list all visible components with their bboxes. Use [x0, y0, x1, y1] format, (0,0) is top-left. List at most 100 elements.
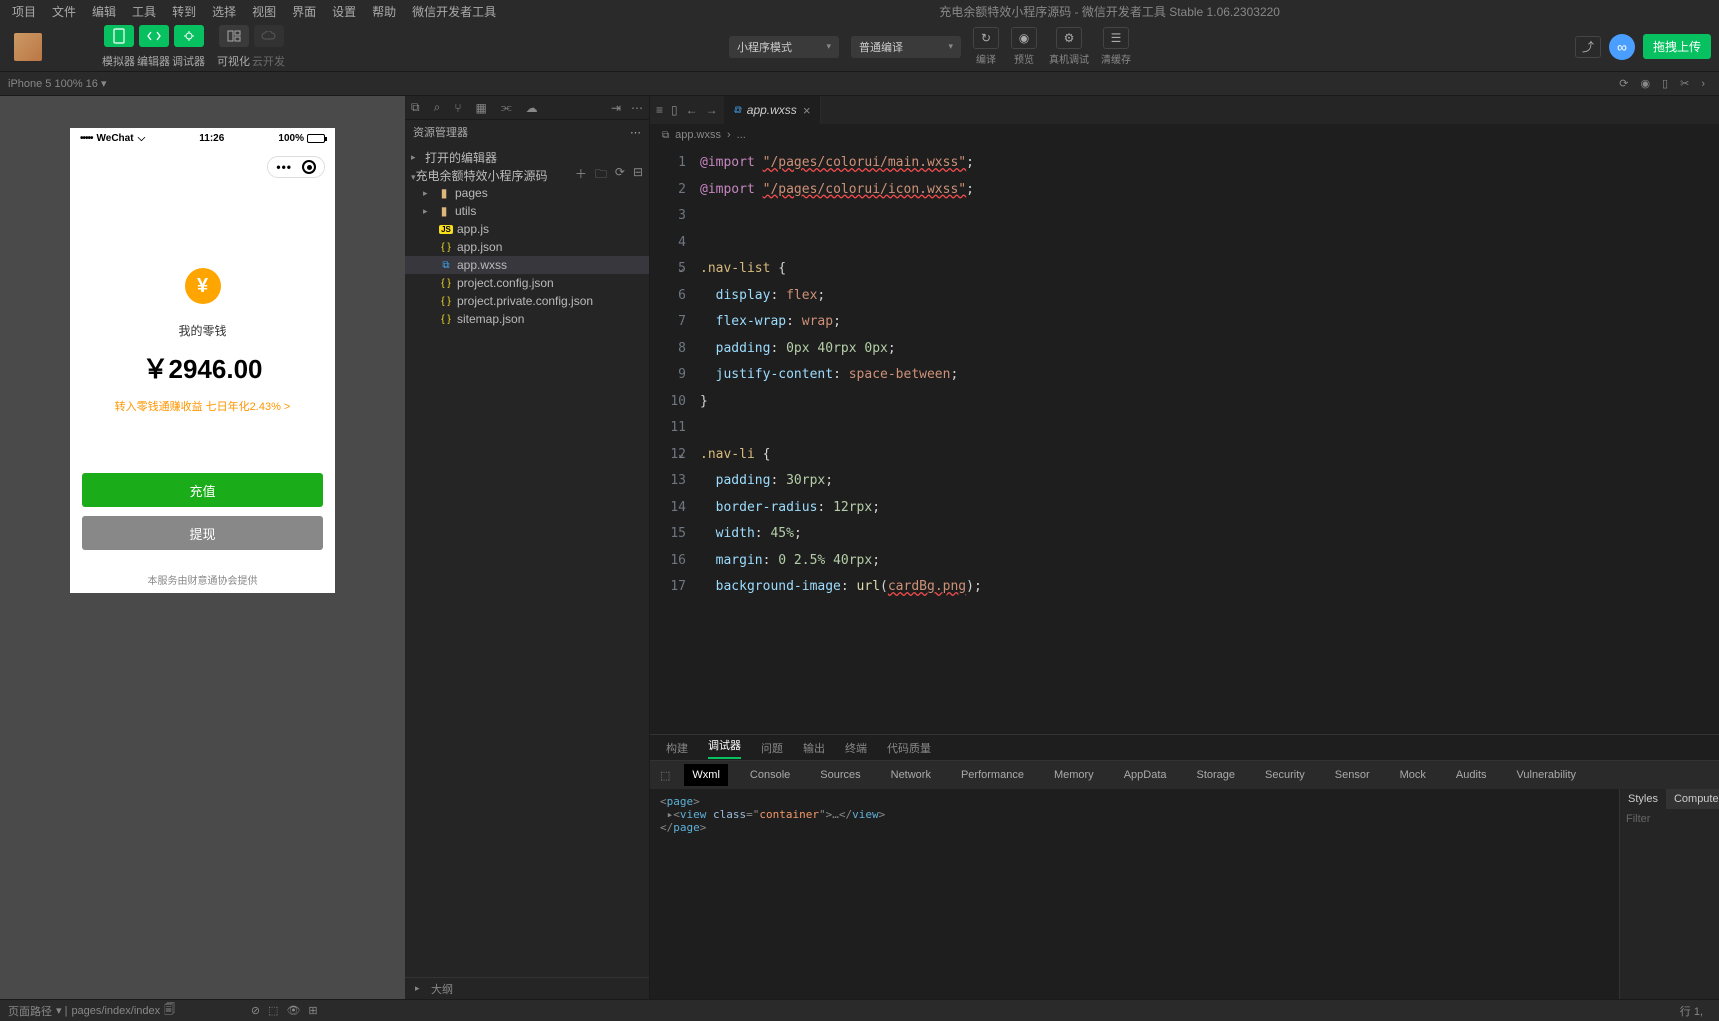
capsule-button[interactable]: •••: [267, 156, 325, 178]
sb-icon-3[interactable]: 👁: [286, 1004, 300, 1017]
files-icon[interactable]: ⧉: [411, 100, 420, 115]
menu-file[interactable]: 文件: [44, 3, 84, 20]
menu-edit[interactable]: 编辑: [84, 3, 124, 20]
tab-audits[interactable]: Audits: [1448, 764, 1495, 786]
collapse-icon[interactable]: ⇥: [611, 101, 621, 115]
chevron-icon[interactable]: ›: [1701, 78, 1705, 90]
cloud-exp-icon[interactable]: ☁: [526, 101, 538, 115]
file-app-js[interactable]: JSapp.js: [405, 220, 649, 238]
device-icon[interactable]: ▯: [1662, 77, 1668, 90]
styles-tab[interactable]: Styles: [1620, 789, 1666, 809]
file-project-config[interactable]: { }project.config.json: [405, 274, 649, 292]
tab-sources[interactable]: Sources: [812, 764, 868, 786]
capsule-menu-icon[interactable]: •••: [276, 160, 292, 174]
clear-cache-button[interactable]: ☰: [1103, 27, 1129, 49]
visual-toggle[interactable]: [219, 25, 249, 47]
menu-tools[interactable]: 工具: [124, 3, 164, 20]
file-project-private-config[interactable]: { }project.private.config.json: [405, 292, 649, 310]
user-avatar[interactable]: [14, 33, 42, 61]
explorer-menu-icon[interactable]: ⋯: [630, 126, 641, 139]
bookmark-icon[interactable]: ▯: [671, 103, 678, 117]
tab-memory[interactable]: Memory: [1046, 764, 1102, 786]
cursor-position[interactable]: 行 1,: [1680, 1003, 1703, 1019]
outline-section[interactable]: ▸大纲: [405, 977, 649, 999]
tab-app-wxss[interactable]: ⧉app.wxss×: [724, 96, 822, 124]
compile-dropdown[interactable]: 普通编译▾: [851, 36, 961, 58]
tab-console[interactable]: Console: [742, 764, 798, 786]
tab-security[interactable]: Security: [1257, 764, 1313, 786]
tab-mock[interactable]: Mock: [1392, 764, 1434, 786]
file-sitemap[interactable]: { }sitemap.json: [405, 310, 649, 328]
menu-ui[interactable]: 界面: [284, 3, 324, 20]
open-editors-section[interactable]: ▸打开的编辑器: [405, 148, 649, 166]
upload-icon-button[interactable]: ⤴: [1575, 36, 1601, 58]
tab-appdata[interactable]: AppData: [1116, 764, 1175, 786]
refresh-tree-icon[interactable]: ⟳: [615, 165, 625, 186]
close-tab-icon[interactable]: ×: [803, 103, 811, 118]
sb-icon-1[interactable]: ⊘: [251, 1004, 260, 1017]
more-icon[interactable]: ⋯: [631, 101, 643, 115]
tab-wxml[interactable]: Wxml: [684, 764, 728, 786]
withdraw-button[interactable]: 提现: [82, 516, 323, 550]
new-folder-icon[interactable]: 🗀: [595, 165, 607, 186]
sb-icon-4[interactable]: ⊞: [308, 1004, 317, 1017]
menu-view[interactable]: 视图: [244, 3, 284, 20]
computed-tab[interactable]: Computed: [1666, 789, 1719, 809]
compile-button[interactable]: ↻: [973, 27, 999, 49]
drag-upload-button[interactable]: 拖拽上传: [1643, 34, 1711, 59]
folder-utils[interactable]: ▸▮utils: [405, 202, 649, 220]
tab-network[interactable]: Network: [883, 764, 939, 786]
real-debug-button[interactable]: ⚙: [1056, 27, 1082, 49]
device-selector[interactable]: iPhone 5 100% 16 ▾: [8, 77, 107, 90]
tab-sensor[interactable]: Sensor: [1327, 764, 1378, 786]
menu-help[interactable]: 帮助: [364, 3, 404, 20]
simulator-toggle[interactable]: [104, 25, 134, 47]
code-editor[interactable]: @import "/pages/colorui/main.wxss"; @imp…: [700, 146, 1719, 734]
cloud-icon[interactable]: ∞: [1609, 34, 1635, 60]
preview-button[interactable]: ◉: [1011, 27, 1037, 49]
grid-icon[interactable]: ▦: [476, 101, 487, 115]
tab-terminal[interactable]: 终端: [845, 740, 867, 756]
menu-settings[interactable]: 设置: [324, 3, 364, 20]
tab-codequality[interactable]: 代码质量: [887, 740, 931, 756]
menu-devtools[interactable]: 微信开发者工具: [404, 3, 504, 20]
arrow-left-icon[interactable]: ←: [686, 103, 698, 117]
promo-link[interactable]: 转入零钱通赚收益 七日年化2.43% >: [70, 398, 335, 414]
menu-project[interactable]: 项目: [4, 3, 44, 20]
arrow-right-icon[interactable]: →: [706, 103, 718, 117]
capsule-close-icon[interactable]: [302, 160, 316, 174]
file-app-json[interactable]: { }app.json: [405, 238, 649, 256]
branch-icon[interactable]: ⑂: [454, 101, 461, 115]
folder-pages[interactable]: ▸▮pages: [405, 184, 649, 202]
debugger-toggle[interactable]: [174, 25, 204, 47]
tab-build[interactable]: 构建: [666, 740, 688, 756]
tab-problems[interactable]: 问题: [761, 740, 783, 756]
tab-vulnerability[interactable]: Vulnerability: [1509, 764, 1585, 786]
editor-toggle[interactable]: [139, 25, 169, 47]
refresh-icon[interactable]: ⟳: [1619, 77, 1628, 90]
sb-icon-2[interactable]: ⬚: [268, 1004, 278, 1017]
cloud-dev-toggle[interactable]: [254, 25, 284, 47]
collapse-tree-icon[interactable]: ⊟: [633, 165, 643, 186]
nav-back-icon[interactable]: ≡: [656, 103, 663, 117]
new-file-icon[interactable]: ＋: [575, 165, 587, 186]
mode-dropdown[interactable]: 小程序模式▾: [729, 36, 839, 58]
phone-preview[interactable]: •••••WeChat⌵ 11:26 100% ••• ¥ 我的零钱 ￥2946…: [70, 128, 335, 593]
link-icon[interactable]: ⫘: [501, 100, 512, 115]
record-icon[interactable]: ◉: [1640, 77, 1650, 90]
file-app-wxss[interactable]: ⧉app.wxss: [405, 256, 649, 274]
cut-icon[interactable]: ✂: [1680, 77, 1689, 90]
dom-tree[interactable]: <page> ▸<view class="container">…</view>…: [650, 789, 1619, 999]
recharge-button[interactable]: 充值: [82, 473, 323, 507]
styles-filter[interactable]: Filter: [1620, 809, 1719, 829]
tab-performance[interactable]: Performance: [953, 764, 1032, 786]
project-root[interactable]: ▾充电余额特效小程序源码 ＋🗀⟳⊟: [405, 166, 649, 184]
breadcrumb[interactable]: ⧉app.wxss›...: [650, 124, 1719, 146]
inspect-icon[interactable]: ⬚: [660, 769, 670, 782]
search-icon[interactable]: ⌕: [434, 100, 441, 115]
page-path[interactable]: 页面路径 ▾ | pages/index/index 🗐: [8, 1001, 175, 1020]
menu-select[interactable]: 选择: [204, 3, 244, 20]
menu-goto[interactable]: 转到: [164, 3, 204, 20]
tab-output[interactable]: 输出: [803, 740, 825, 756]
tab-storage[interactable]: Storage: [1189, 764, 1244, 786]
